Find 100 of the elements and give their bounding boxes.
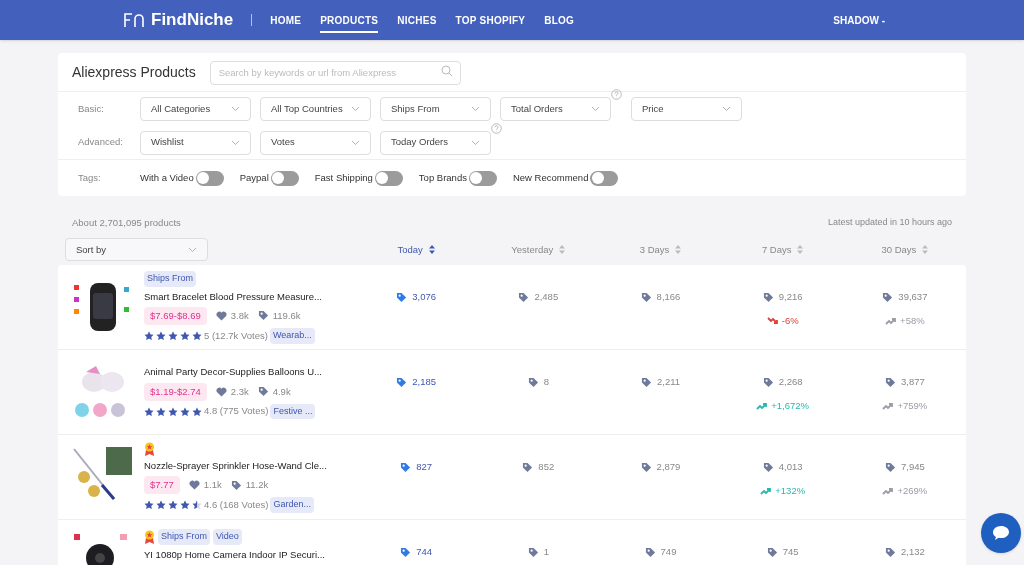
logo-icon	[123, 12, 145, 28]
star-icon	[144, 330, 154, 341]
tag-icon	[527, 546, 539, 558]
chat-button[interactable]	[981, 513, 1021, 553]
order-value: 3,076	[412, 290, 436, 305]
filter-dropdown[interactable]: Total Orders	[500, 97, 611, 121]
tag-icon	[640, 291, 652, 303]
trend-percent: +1,672%	[771, 398, 810, 413]
column-header[interactable]: 30 Days	[881, 242, 929, 257]
product-count: About 2,701,095 products	[72, 216, 181, 230]
toggle-switch[interactable]	[590, 170, 619, 186]
wishlist-count: 3.8k	[230, 308, 249, 323]
category-tag: Garden...	[270, 497, 314, 513]
chevron-down-icon	[471, 106, 480, 112]
trend-percent: -6%	[781, 313, 799, 328]
star-icon	[192, 330, 202, 341]
product-badge: Ships From	[144, 271, 196, 287]
toggle-switch[interactable]	[468, 170, 497, 186]
toggle-switch[interactable]	[374, 170, 403, 186]
filter-label: Tags:	[78, 170, 102, 185]
trend-percent: +132%	[775, 483, 806, 498]
filter-dropdown[interactable]: Votes	[260, 130, 371, 155]
tag-icon	[230, 479, 242, 491]
product-title[interactable]: Nozzle-Sprayer Sprinkler Hose-Wand Cle...	[144, 458, 327, 473]
filter-dropdown[interactable]: Wishlist	[140, 130, 251, 155]
price-label: $7.77	[144, 476, 180, 495]
star-icon	[156, 500, 166, 510]
filter-dropdown[interactable]: All Categories	[140, 97, 251, 121]
nav-link[interactable]: TOP SHOPIFY	[455, 7, 526, 33]
product-badge: Ships From	[158, 529, 210, 545]
order-value: 2,879	[656, 460, 681, 475]
filter-label: Advanced:	[78, 135, 124, 150]
price-label: $1.19-$2.74	[144, 382, 207, 401]
star-icon	[168, 500, 178, 510]
update-note: Latest updated in 10 hours ago	[827, 216, 952, 229]
trend-percent: +759%	[897, 398, 928, 413]
nav-link[interactable]: BLOG	[544, 7, 575, 33]
order-value: 852	[538, 460, 555, 475]
tag-icon	[882, 291, 894, 303]
sort-icon	[797, 245, 804, 255]
filter-dropdown[interactable]: Ships From	[380, 97, 491, 121]
filter-dropdown[interactable]: Price	[631, 97, 742, 121]
tag-icon	[885, 461, 896, 473]
sort-icon	[675, 245, 682, 255]
tag-icon	[527, 376, 539, 388]
order-value: 1	[543, 545, 549, 560]
tag-icon	[640, 461, 652, 473]
chevron-down-icon	[471, 139, 480, 146]
order-value: 2,485	[534, 290, 559, 305]
nav-link[interactable]: PRODUCTS	[320, 7, 379, 33]
star-icon	[156, 330, 166, 341]
help-icon	[611, 89, 622, 100]
order-value: 744	[416, 545, 432, 560]
medal-icon	[144, 530, 155, 544]
order-value: 745	[782, 545, 799, 560]
tag-icon	[400, 546, 412, 558]
order-count: 119.6k	[272, 308, 301, 323]
rating-text: 5 (12.7k Votes)	[204, 328, 268, 343]
filter-dropdown[interactable]: Today Orders	[380, 130, 491, 155]
tag-icon	[762, 376, 774, 388]
tag-icon	[522, 461, 534, 473]
chevron-down-icon	[351, 139, 360, 146]
toggle-label: New Recommend	[512, 170, 589, 185]
tag-icon	[885, 376, 896, 388]
star-icon	[168, 330, 178, 341]
star-icon	[144, 406, 154, 417]
sort-dropdown[interactable]: Sort by	[65, 238, 208, 262]
star-icon	[144, 500, 154, 510]
nav-link[interactable]: HOME	[270, 7, 302, 33]
heart-icon	[215, 310, 227, 321]
tag-icon	[762, 291, 774, 303]
toggle-label: With a Video	[140, 170, 194, 185]
filter-dropdown[interactable]: All Top Countries	[260, 97, 371, 121]
tag-icon	[396, 376, 408, 388]
toggle-label: Paypal	[239, 170, 269, 185]
product-title[interactable]: Smart Bracelet Blood Pressure Measure...	[144, 289, 322, 304]
toggle-label: Top Brands	[418, 170, 467, 185]
chevron-down-icon	[231, 106, 240, 112]
product-title[interactable]: Animal Party Decor-Supplies Balloons U...	[144, 365, 322, 380]
price-label: $7.69-$8.69	[144, 306, 207, 325]
product-title[interactable]: YI 1080p Home Camera Indoor IP Securi...	[144, 547, 325, 562]
user-menu[interactable]: SHADOW -	[833, 12, 885, 28]
chevron-down-icon	[722, 106, 731, 112]
sort-icon	[559, 245, 566, 255]
toggle-switch[interactable]	[195, 170, 224, 186]
star-icon	[192, 406, 202, 417]
chevron-down-icon	[351, 106, 360, 112]
nav-link[interactable]: NICHES	[397, 7, 437, 33]
medal-icon	[144, 441, 155, 456]
order-value: 8,166	[656, 290, 681, 305]
search-field[interactable]: Search by keywords or url from Aliexpress	[209, 60, 461, 85]
tag-icon	[257, 310, 269, 322]
sort-icon	[922, 245, 929, 255]
category-tag: Festive ...	[270, 403, 316, 420]
column-header[interactable]: Today	[397, 242, 435, 257]
toggle-switch[interactable]	[270, 170, 299, 186]
column-header[interactable]: 3 Days	[639, 242, 682, 257]
order-value: 2,185	[412, 375, 436, 390]
trend-percent: +269%	[897, 483, 928, 498]
order-value: 2,132	[901, 545, 925, 560]
